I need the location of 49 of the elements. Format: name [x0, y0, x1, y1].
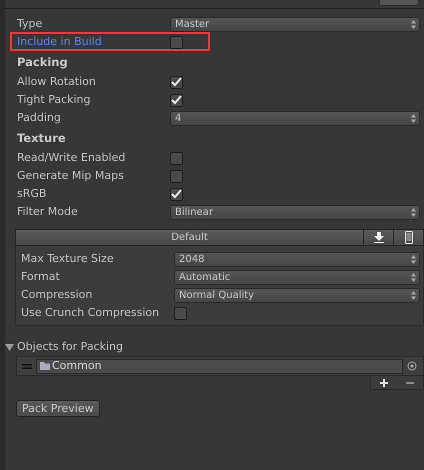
- dropdown[interactable]: Bilinear: [170, 204, 420, 220]
- updown-arrows-icon: [411, 254, 416, 264]
- checkbox[interactable]: [170, 94, 183, 106]
- updown-arrows-icon: [411, 208, 416, 216]
- download-icon: [374, 232, 384, 243]
- field-label: Filter Mode: [17, 204, 79, 220]
- updown-arrows-icon: [411, 272, 416, 282]
- checkbox[interactable]: [170, 152, 183, 164]
- field-label: Max Texture Size: [21, 250, 115, 267]
- field-label: Read/Write Enabled: [17, 150, 126, 166]
- dropdown[interactable]: 2048: [174, 252, 420, 266]
- checkmark-icon: [171, 189, 182, 199]
- checkbox[interactable]: [174, 306, 187, 320]
- dropdown[interactable]: 4: [170, 110, 420, 126]
- field-label: Use Crunch Compression: [21, 304, 160, 321]
- field-label: Generate Mip Maps: [17, 168, 125, 184]
- drag-handle-icon: [22, 364, 32, 368]
- dropdown[interactable]: Normal Quality: [174, 288, 420, 302]
- plus-icon[interactable]: [380, 378, 388, 386]
- field-label: Padding: [17, 110, 62, 126]
- field-label: Format: [21, 268, 61, 285]
- object-field[interactable]: Common: [36, 358, 403, 374]
- phone-icon: [404, 231, 412, 244]
- checkmark-icon: [171, 95, 182, 105]
- minus-icon[interactable]: [406, 382, 414, 384]
- field-label: Type: [17, 16, 44, 32]
- foldout-arrow-icon[interactable]: [5, 342, 14, 352]
- section-heading: Packing: [17, 54, 68, 71]
- foldout-title: Objects for Packing: [17, 338, 123, 355]
- folder-icon: [40, 362, 50, 370]
- updown-arrows-icon: [411, 114, 416, 122]
- field-label: sRGB: [17, 186, 48, 202]
- updown-arrows-icon: [411, 290, 416, 300]
- checkbox[interactable]: [170, 188, 183, 200]
- object-picker-icon[interactable]: [407, 361, 417, 371]
- checkbox[interactable]: [170, 170, 183, 182]
- dropdown[interactable]: Automatic: [174, 270, 420, 284]
- field-label: Compression: [21, 286, 94, 303]
- field-label: Tight Packing: [17, 92, 92, 108]
- pack-preview-button[interactable]: Pack Preview: [16, 400, 100, 417]
- checkmark-icon: [171, 77, 182, 87]
- dropdown[interactable]: Master: [170, 16, 420, 32]
- field-label: Allow Rotation: [17, 74, 97, 90]
- field-label: Include in Build: [17, 34, 103, 50]
- checkbox[interactable]: [170, 76, 183, 88]
- updown-arrows-icon: [411, 20, 416, 28]
- checkbox[interactable]: [170, 36, 183, 48]
- list-item[interactable]: Common: [16, 356, 424, 376]
- section-heading: Texture: [17, 130, 66, 147]
